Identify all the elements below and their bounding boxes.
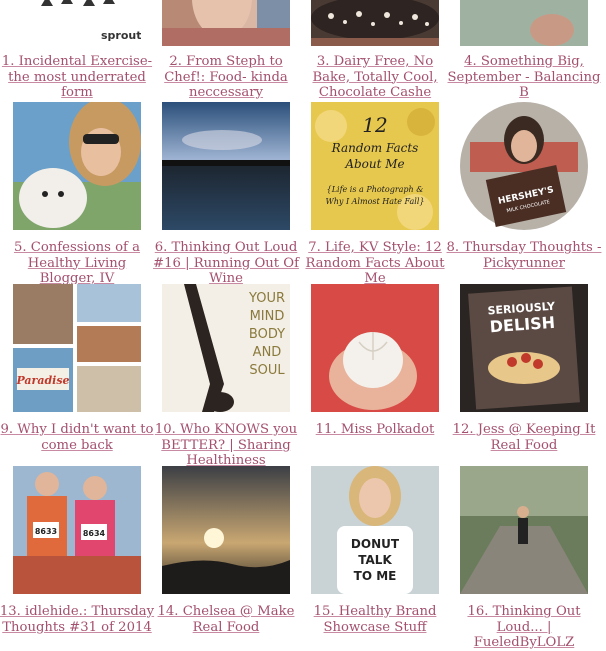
quote-word-1: YOUR <box>248 291 285 306</box>
selfie-with-dog-thumbnail[interactable] <box>13 102 141 230</box>
link-label[interactable]: 9. Why I didn't want to come back <box>0 422 156 453</box>
facts-line2: About Me <box>344 157 404 171</box>
sunset-clouds-image <box>162 466 290 594</box>
link-label[interactable]: 4. Something Big, September - Balancing … <box>445 54 603 101</box>
quote-word-3: BODY <box>249 327 285 342</box>
sunset-lake-thumbnail[interactable] <box>162 102 290 230</box>
chocolate-bark-image <box>311 0 439 46</box>
quote-word-5: SOUL <box>249 363 285 378</box>
shirt-text-3: TO ME <box>354 569 397 583</box>
sunset-lake-image <box>162 102 290 230</box>
race-runners-thumbnail[interactable]: 8633 8634 <box>13 466 141 594</box>
link-label[interactable]: 14. Chelsea @ Make Real Food <box>147 604 305 635</box>
link-label[interactable]: 10. Who KNOWS you BETTER? | Sharing Heal… <box>147 422 305 469</box>
link-label[interactable]: 8. Thursday Thoughts - Pickyrunner <box>445 240 603 271</box>
shirt-text-2: TALK <box>358 553 392 567</box>
person-image <box>162 0 290 46</box>
paradise-sign: Paradise <box>15 374 69 387</box>
your-mind-body-soul-thumbnail[interactable]: YOUR MIND BODY AND SOUL <box>162 284 290 412</box>
facts-number: 12 <box>362 113 387 137</box>
selfie-with-dog-image <box>13 102 141 230</box>
svg-text:sprout: sprout <box>101 29 141 42</box>
bib-2: 8634 <box>83 529 106 538</box>
12-random-facts-image: 12 Random Facts About Me {Life is a Phot… <box>311 102 439 230</box>
link-label[interactable]: 11. Miss Polkadot <box>296 422 454 438</box>
hersheys-woman-image: HERSHEY'S MILK CHOCOLATE <box>460 102 588 230</box>
12-random-facts-thumbnail[interactable]: 12 Random Facts About Me {Life is a Phot… <box>311 102 439 230</box>
link-label[interactable]: 6. Thinking Out Loud #16 | Running Out O… <box>147 240 305 287</box>
link-label[interactable]: 12. Jess @ Keeping It Real Food <box>445 422 603 453</box>
trail-running-thumbnail[interactable] <box>460 466 588 594</box>
paradise-collage-image: Paradise <box>13 284 141 412</box>
person-thumbnail[interactable] <box>162 0 290 46</box>
chocolate-bark-thumbnail[interactable] <box>311 0 439 46</box>
seriously-delish-book-image: SERIOUSLY DELISH <box>460 284 588 412</box>
sprout-logo-image: sprout <box>13 0 141 46</box>
person-hand-thumbnail[interactable] <box>460 0 588 46</box>
quote-word-4: AND <box>253 345 282 360</box>
link-label[interactable]: 3. Dairy Free, No Bake, Totally Cool, Ch… <box>296 54 454 101</box>
sprout-logo-thumbnail[interactable]: sprout <box>13 0 141 46</box>
facts-line3: {Life is a Photograph & <box>327 185 424 194</box>
link-label[interactable]: 1. Incidental Exercise- the most underra… <box>0 54 156 101</box>
link-label[interactable]: 7. Life, KV Style: 12 Random Facts About… <box>296 240 454 287</box>
garlic-in-hand-image <box>311 284 439 412</box>
link-label[interactable]: 2. From Steph to Chef!: Food- kinda necc… <box>147 54 305 101</box>
your-mind-body-soul-image: YOUR MIND BODY AND SOUL <box>162 284 290 412</box>
woman-donut-shirt-thumbnail[interactable]: DONUT TALK TO ME <box>311 466 439 594</box>
facts-line4: Why I Almost Hate Fall} <box>326 197 425 206</box>
woman-donut-shirt-image: DONUT TALK TO ME <box>311 466 439 594</box>
link-label[interactable]: 5. Confessions of a Healthy Living Blogg… <box>0 240 156 287</box>
quote-word-2: MIND <box>250 309 285 324</box>
trail-running-image <box>460 466 588 594</box>
shirt-text-1: DONUT <box>351 537 400 551</box>
seriously-delish-book-thumbnail[interactable]: SERIOUSLY DELISH <box>460 284 588 412</box>
garlic-in-hand-thumbnail[interactable] <box>311 284 439 412</box>
person-hand-image <box>460 0 588 46</box>
bib-1: 8633 <box>35 527 57 536</box>
link-label[interactable]: 13. idlehide.: Thursday Thoughts #31 of … <box>0 604 156 635</box>
link-label[interactable]: 16. Thinking Out Loud... | FueledByLOLZ <box>445 604 603 651</box>
facts-line1: Random Facts <box>331 141 419 155</box>
link-label[interactable]: 15. Healthy Brand Showcase Stuff <box>296 604 454 635</box>
hersheys-woman-thumbnail[interactable]: HERSHEY'S MILK CHOCOLATE <box>460 102 588 230</box>
paradise-collage-thumbnail[interactable]: Paradise <box>13 284 141 412</box>
sunset-clouds-thumbnail[interactable] <box>162 466 290 594</box>
race-runners-image: 8633 8634 <box>13 466 141 594</box>
